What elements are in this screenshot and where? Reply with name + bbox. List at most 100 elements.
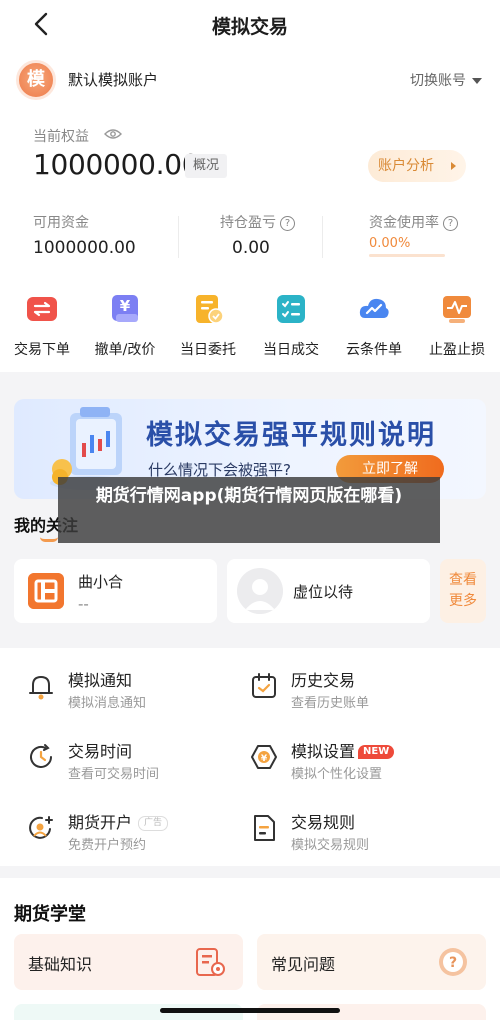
action-cancel-order[interactable]: ¥ 撤单/改价 xyxy=(83,292,167,359)
daily-entrust-icon xyxy=(196,295,224,324)
overlay-caption: 期货行情网app(期货行情网页版在哪看) xyxy=(58,477,440,543)
eye-icon[interactable] xyxy=(104,128,122,140)
position-pnl-stat: 持仓盈亏? 0.00 xyxy=(220,212,295,258)
title-underline xyxy=(40,537,58,542)
feature-settings[interactable]: ¥ 模拟设置 NEW 模拟个性化设置 xyxy=(249,738,469,788)
divider xyxy=(322,216,323,258)
stat-value: 1000000.00 xyxy=(33,238,136,258)
avatar-placeholder-icon xyxy=(237,568,283,614)
fund-usage-bar xyxy=(369,254,445,257)
action-stop-profit-loss[interactable]: 止盈止损 xyxy=(415,292,499,359)
card-label: 常见问题 xyxy=(271,955,336,974)
stat-value: 0.00 xyxy=(232,238,270,258)
feature-subtitle: 模拟消息通知 xyxy=(68,696,147,711)
available-funds-stat: 可用资金 1000000.00 xyxy=(33,212,136,258)
navigation-bar: 模拟交易 xyxy=(0,0,500,50)
feature-title: 交易规则 xyxy=(291,813,356,832)
order-icon xyxy=(27,297,57,321)
card-label: 基础知识 xyxy=(28,955,93,974)
knowledge-icon xyxy=(196,948,225,976)
fund-usage-stat: 资金使用率? 0.00% xyxy=(369,212,458,251)
action-label: 止盈止损 xyxy=(429,342,485,358)
arrow-right-icon xyxy=(451,162,456,170)
action-label: 云条件单 xyxy=(346,342,402,358)
feature-subtitle: 模拟交易规则 xyxy=(291,838,370,853)
feature-rules[interactable]: 交易规则 模拟交易规则 xyxy=(249,809,469,859)
account-name: 默认模拟账户 xyxy=(68,71,159,89)
feature-subtitle: 查看历史账单 xyxy=(291,696,370,711)
new-badge: NEW xyxy=(358,745,395,759)
action-label: 撤单/改价 xyxy=(94,342,156,358)
svg-text:¥: ¥ xyxy=(120,297,131,315)
feature-title: 模拟通知 xyxy=(68,671,133,690)
action-label: 当日委托 xyxy=(180,342,236,358)
feature-list: 模拟通知 模拟消息通知 历史交易 查看历史账单 交易时间 查看可交易时间 ¥ 模… xyxy=(0,648,500,866)
calendar-history-icon xyxy=(252,673,276,698)
action-label: 交易下单 xyxy=(14,342,70,358)
action-order[interactable]: 交易下单 xyxy=(0,292,84,359)
equity-value: 1000000.00 xyxy=(33,148,200,181)
stat-value: 0.00% xyxy=(369,236,411,251)
action-daily-entrust[interactable]: 当日委托 xyxy=(166,292,250,359)
banner-title: 模拟交易强平规则说明 xyxy=(146,420,436,451)
section-title: 期货学堂 xyxy=(14,904,86,925)
stat-label: 资金使用率 xyxy=(369,215,439,231)
svg-text:¥: ¥ xyxy=(261,754,268,764)
avatar: 模 xyxy=(16,60,56,100)
question-icon[interactable]: ? xyxy=(443,216,458,231)
feature-history[interactable]: 历史交易 查看历史账单 xyxy=(249,667,469,717)
question-icon: ? xyxy=(439,948,467,976)
cloud-condition-icon xyxy=(359,298,389,318)
action-daily-deal[interactable]: 当日成交 xyxy=(249,292,333,359)
view-more-button[interactable]: 查看 更多 xyxy=(440,559,486,623)
settings-yen-icon: ¥ xyxy=(251,745,277,769)
switch-account-label: 切换账号 xyxy=(410,73,466,89)
account-row: 模 默认模拟账户 切换账号 xyxy=(16,60,486,100)
feature-title: 期货开户 xyxy=(68,813,133,832)
placeholder-label: 虚位以待 xyxy=(293,583,354,601)
account-analysis-label: 账户分析 xyxy=(378,158,434,174)
feature-subtitle: 免费开户预约 xyxy=(68,838,147,853)
svg-text:?: ? xyxy=(449,955,457,971)
company-logo-icon xyxy=(28,573,64,609)
divider xyxy=(178,216,179,258)
account-analysis-button[interactable]: 账户分析 xyxy=(368,150,466,182)
action-cloud-condition[interactable]: 云条件单 xyxy=(332,292,416,359)
question-icon[interactable]: ? xyxy=(280,216,295,231)
placeholder-card[interactable]: 虚位以待 xyxy=(227,559,430,623)
stop-profit-loss-icon xyxy=(443,296,471,323)
feature-title: 模拟设置 xyxy=(291,742,356,761)
feature-subtitle: 查看可交易时间 xyxy=(68,767,160,782)
triangle-down-icon xyxy=(472,78,482,84)
more-line2: 更多 xyxy=(449,593,477,609)
clock-icon xyxy=(30,744,52,768)
followed-card[interactable]: 曲小合 -- xyxy=(14,559,217,623)
stat-label: 可用资金 xyxy=(33,215,89,231)
followed-value: -- xyxy=(78,595,89,613)
switch-account-button[interactable]: 切换账号 xyxy=(410,70,482,90)
feature-subtitle: 模拟个性化设置 xyxy=(291,767,383,782)
faq-card[interactable]: 常见问题 ? xyxy=(257,934,486,990)
feature-trade-time[interactable]: 交易时间 查看可交易时间 xyxy=(26,738,246,788)
overview-button[interactable]: 概况 xyxy=(185,154,228,178)
trade-actions: 交易下单 ¥ 撤单/改价 当日委托 当日成交 云条件单 止盈止损 xyxy=(0,292,500,362)
bell-icon xyxy=(29,676,53,700)
equity-label: 当前权益 xyxy=(33,129,89,145)
cancel-order-icon: ¥ xyxy=(112,295,138,322)
action-label: 当日成交 xyxy=(263,342,319,358)
home-indicator[interactable] xyxy=(160,1008,340,1013)
feature-title: 交易时间 xyxy=(68,742,133,761)
ad-badge: 广告 xyxy=(138,816,169,831)
more-line1: 查看 xyxy=(449,572,477,588)
feature-title: 历史交易 xyxy=(291,671,356,690)
page-title: 模拟交易 xyxy=(211,16,288,38)
stat-label: 持仓盈亏 xyxy=(220,215,276,231)
basic-knowledge-card[interactable]: 基础知识 xyxy=(14,934,243,990)
futures-school: 期货学堂 基础知识 常见问题 ? xyxy=(0,878,500,1020)
rules-document-icon xyxy=(254,815,275,841)
followed-name: 曲小合 xyxy=(78,573,124,591)
feature-notification[interactable]: 模拟通知 模拟消息通知 xyxy=(26,667,246,717)
open-account-icon xyxy=(29,816,53,839)
daily-deal-icon xyxy=(277,295,305,323)
feature-open-account[interactable]: 期货开户 广告 免费开户预约 xyxy=(26,809,246,859)
